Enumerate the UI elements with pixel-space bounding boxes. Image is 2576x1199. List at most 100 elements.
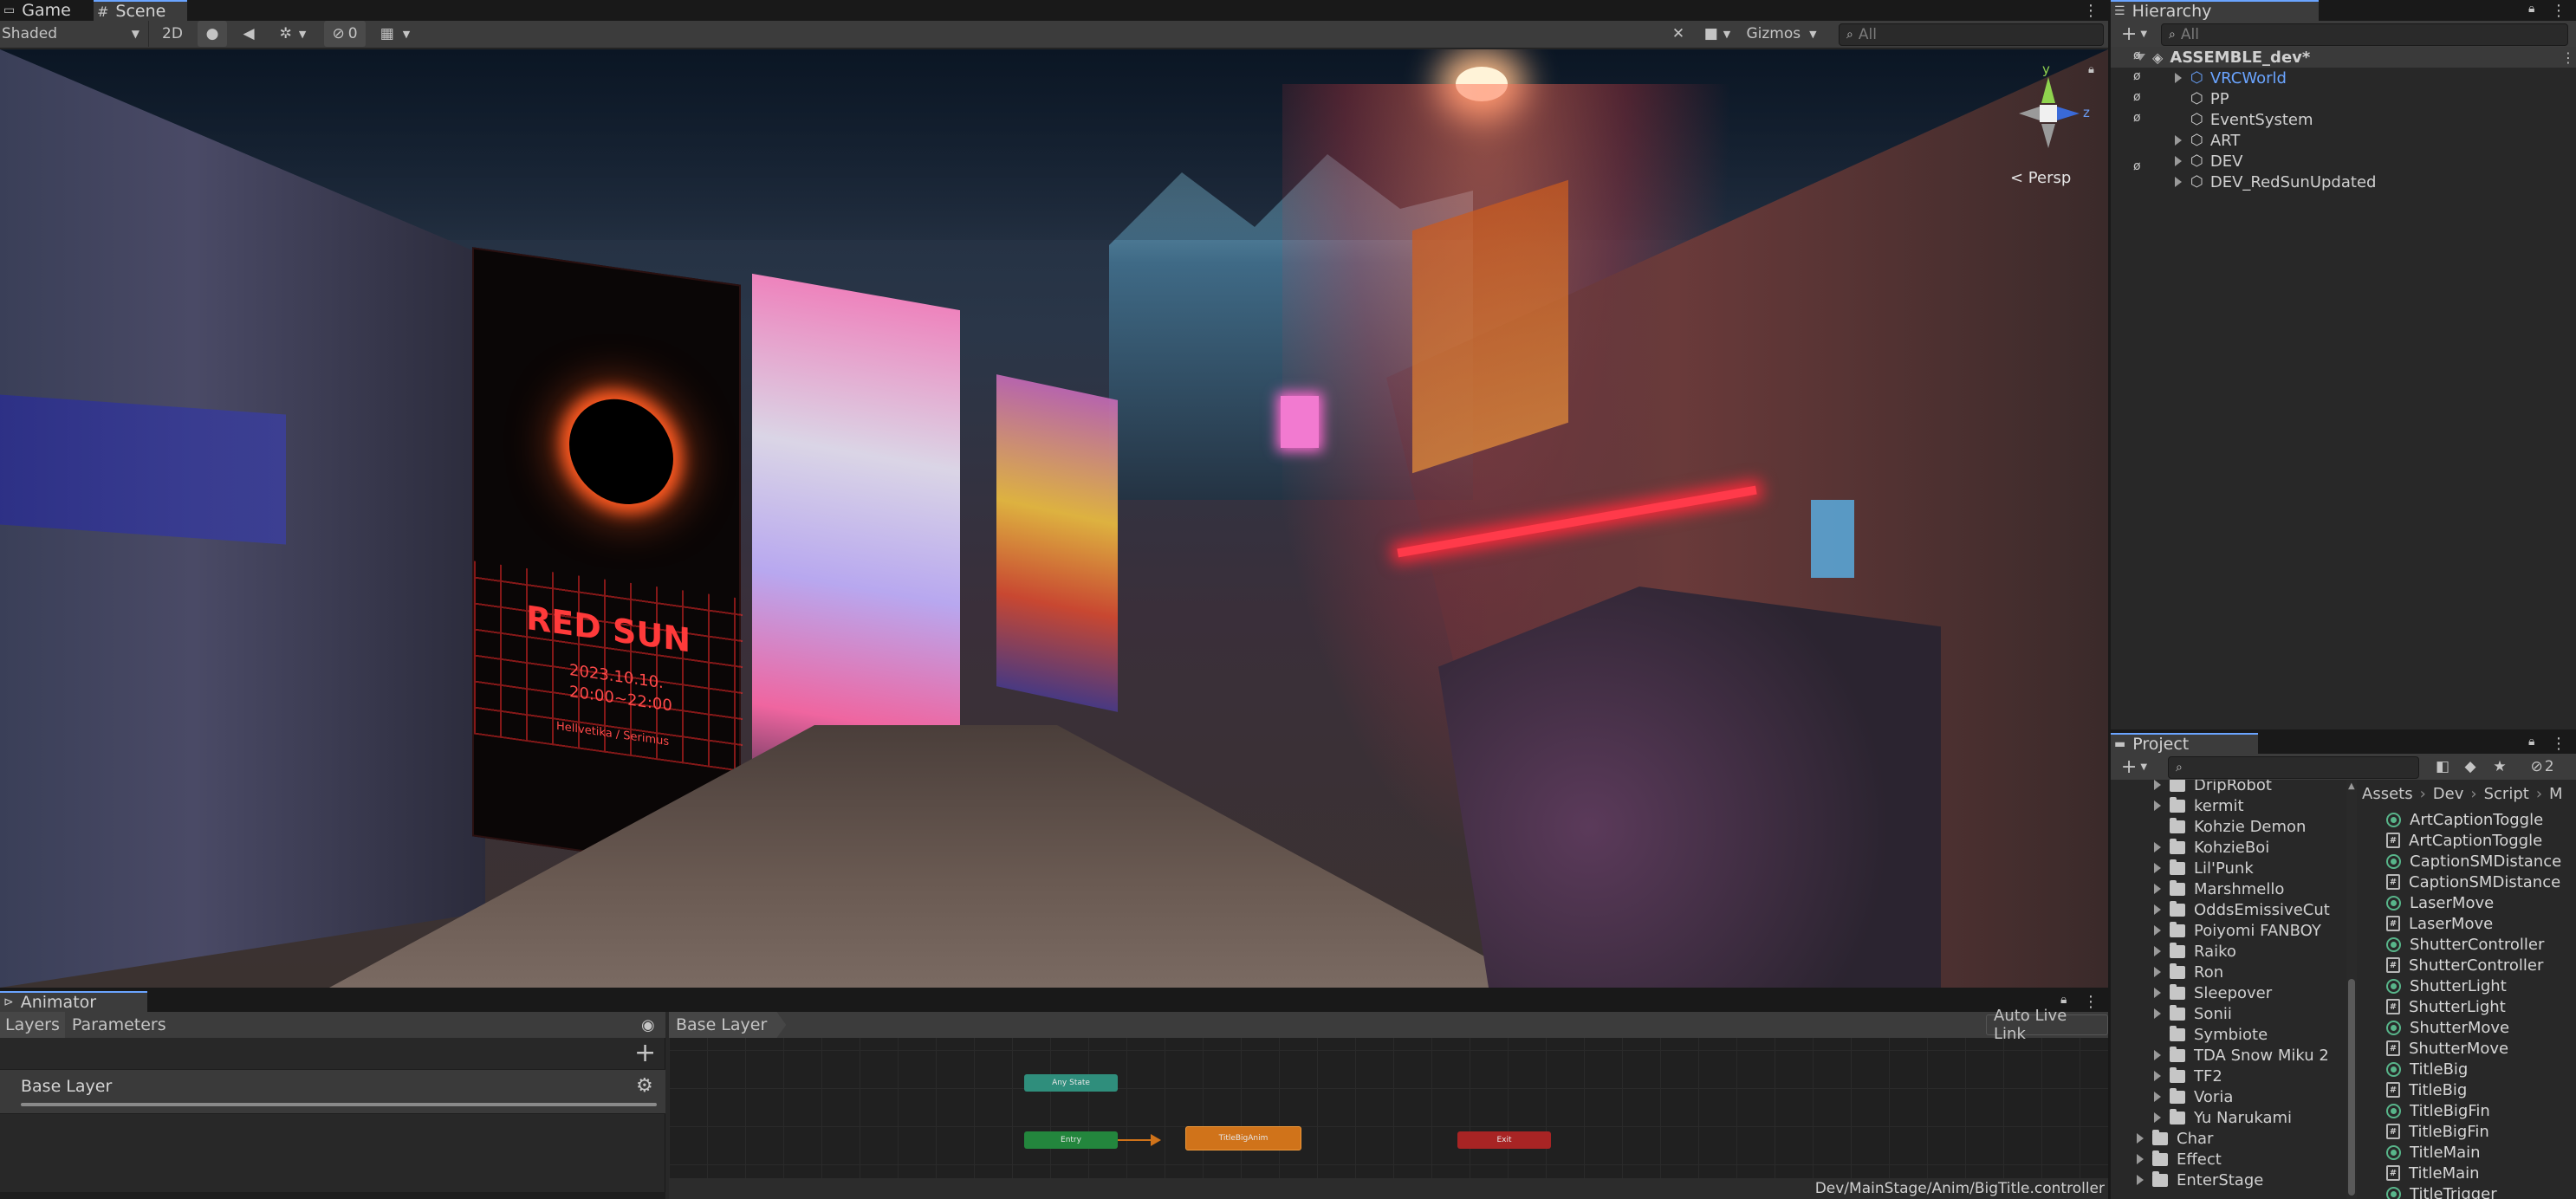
scene-orientation-gizmo[interactable]: y z 🔒︎: [2002, 62, 2097, 160]
tab-hierarchy[interactable]: ☰ Hierarchy: [2111, 0, 2319, 21]
state-entry[interactable]: Entry: [1024, 1131, 1118, 1149]
scene-visibility-toggle[interactable]: ⊘ 0: [324, 21, 366, 47]
project-search-input[interactable]: [2187, 759, 2418, 776]
scene-search-input[interactable]: [1858, 26, 2103, 43]
create-dropdown[interactable]: + ▼: [2114, 21, 2154, 47]
hierarchy-item[interactable]: ⬡ DEV: [2111, 151, 2242, 172]
layer-weight-bar[interactable]: [21, 1103, 657, 1106]
asset-item[interactable]: CaptionSMDistance: [2386, 851, 2561, 872]
hidden-eye-icon[interactable]: ø: [2133, 90, 2141, 104]
asset-item[interactable]: # ShutterLight: [2386, 996, 2506, 1017]
hidden-eye-icon[interactable]: ø: [2133, 49, 2141, 62]
asset-item[interactable]: TitleTrigger: [2386, 1183, 2497, 1199]
favorites-button[interactable]: ★: [2487, 754, 2513, 780]
tab-scene[interactable]: # Scene: [94, 0, 187, 21]
hierarchy-item-label: VRCWorld: [2209, 68, 2287, 87]
effects-dropdown[interactable]: ✲ ▼: [269, 21, 317, 47]
state-default[interactable]: TitleBigAnim: [1185, 1126, 1301, 1150]
eye-icon[interactable]: ◉: [641, 1016, 655, 1034]
hierarchy-search-input[interactable]: [2180, 26, 2567, 43]
breadcrumb-m[interactable]: M: [2549, 785, 2563, 803]
auto-live-link-button[interactable]: Auto Live Link: [1986, 1007, 2108, 1043]
scrollbar-up-arrow[interactable]: ▲: [2348, 781, 2355, 791]
hidden-packages-button[interactable]: ⊘ 2: [2516, 754, 2568, 780]
asset-item[interactable]: TitleBigFin: [2386, 1100, 2490, 1121]
hidden-eye-icon[interactable]: ø: [2133, 69, 2141, 83]
lock-icon[interactable]: 🔒︎: [2528, 2, 2534, 16]
asset-item[interactable]: # CaptionSMDistance: [2386, 872, 2560, 892]
lock-icon[interactable]: 🔒︎: [2088, 63, 2094, 76]
camera-dropdown[interactable]: ■ ▼: [1698, 21, 1736, 47]
tools-button[interactable]: ✕: [1664, 21, 1693, 47]
state-any[interactable]: Any State: [1024, 1074, 1118, 1092]
tab-animator[interactable]: ⊳ Animator: [0, 991, 147, 1012]
lock-icon[interactable]: 🔒︎: [2528, 735, 2534, 749]
expand-arrow-icon[interactable]: [2175, 177, 2182, 187]
shading-mode-dropdown[interactable]: Shaded ▼: [0, 21, 149, 47]
lighting-toggle[interactable]: ●: [198, 21, 227, 47]
project-search[interactable]: ⌕: [2168, 756, 2419, 779]
state-exit[interactable]: Exit: [1457, 1131, 1551, 1149]
plus-icon: +: [2120, 23, 2138, 45]
breadcrumb-script[interactable]: Script: [2484, 785, 2529, 803]
tab-project[interactable]: ▬ Project: [2111, 733, 2258, 754]
breadcrumb-dev[interactable]: Dev: [2433, 785, 2464, 803]
tab-layers[interactable]: Layers: [0, 1012, 65, 1038]
asset-item[interactable]: # ShutterMove: [2386, 1038, 2508, 1059]
asset-item[interactable]: # TitleBigFin: [2386, 1121, 2489, 1142]
animator-graph[interactable]: Base Layer Auto Live Link Any State Entr…: [669, 1007, 2108, 1199]
udon-graph-icon: [2386, 978, 2401, 994]
asset-item[interactable]: # TitleMain: [2386, 1163, 2480, 1183]
breadcrumb-assets[interactable]: Assets: [2362, 785, 2413, 803]
hierarchy-scene-row[interactable]: ◈ ASSEMBLE_dev* ⋮: [2111, 47, 2576, 68]
expand-arrow-icon[interactable]: [2175, 73, 2182, 83]
expand-arrow-icon[interactable]: [2154, 780, 2161, 790]
asset-item[interactable]: # TitleBig: [2386, 1079, 2467, 1100]
layer-row[interactable]: Base Layer ⚙: [0, 1069, 665, 1114]
expand-arrow-icon[interactable]: [2175, 156, 2182, 166]
more-options-icon[interactable]: ⋮: [2083, 2, 2099, 20]
asset-item[interactable]: # ShutterController: [2386, 955, 2543, 975]
add-layer-icon[interactable]: +: [634, 1038, 656, 1068]
gizmos-label: Gizmos: [1746, 25, 1801, 42]
asset-item[interactable]: TitleMain: [2386, 1142, 2481, 1163]
create-asset-dropdown[interactable]: + ▼: [2114, 754, 2154, 780]
asset-item[interactable]: ShutterLight: [2386, 975, 2507, 996]
udon-graph-icon: [2386, 895, 2401, 911]
hierarchy-item[interactable]: ⬡ ART: [2111, 130, 2240, 151]
gizmos-dropdown[interactable]: Gizmos ▼: [1740, 21, 1823, 47]
toggle-2d-button[interactable]: 2D: [158, 21, 187, 47]
project-tab-bar: ▬ Project 🔒︎ ⋮: [2111, 733, 2576, 754]
folder-tree-item[interactable]: DripRobot: [2154, 780, 2272, 795]
hierarchy-search[interactable]: ⌕: [2161, 23, 2568, 46]
asset-item[interactable]: TitleBig: [2386, 1059, 2468, 1079]
hidden-eye-icon[interactable]: ø: [2133, 111, 2141, 125]
asset-label: TitleMain: [2410, 1143, 2481, 1162]
more-options-icon[interactable]: ⋮: [2551, 2, 2566, 20]
asset-item[interactable]: LaserMove: [2386, 892, 2494, 913]
audio-toggle[interactable]: ◀: [234, 21, 263, 47]
tab-parameters[interactable]: Parameters: [65, 1012, 173, 1038]
asset-item[interactable]: ShutterController: [2386, 934, 2544, 955]
persp-label[interactable]: < Persp: [2010, 169, 2071, 187]
asset-item[interactable]: ArtCaptionToggle: [2386, 809, 2543, 830]
hierarchy-item[interactable]: ⬡ PP: [2111, 88, 2229, 109]
scene-search[interactable]: ⌕: [1839, 23, 2104, 46]
asset-item[interactable]: # LaserMove: [2386, 913, 2493, 934]
graph-breadcrumb[interactable]: Base Layer: [669, 1012, 787, 1038]
expand-arrow-icon[interactable]: [2175, 135, 2182, 146]
more-options-icon[interactable]: ⋮: [2561, 49, 2575, 66]
scene-toolbar: Shaded ▼ 2D ● ◀ ✲ ▼ ⊘ 0 ▦ ▼ ✕ ■ ▼ Gizmos…: [0, 21, 2108, 49]
lock-icon[interactable]: 🔒︎: [2060, 993, 2067, 1007]
asset-item[interactable]: # ArtCaptionToggle: [2386, 830, 2542, 851]
more-options-icon[interactable]: ⋮: [2551, 735, 2566, 753]
hidden-eye-icon[interactable]: ø: [2133, 159, 2141, 173]
asset-item[interactable]: ShutterMove: [2386, 1017, 2509, 1038]
scene-viewport[interactable]: RED SUN 2023.10.10. 20:00~22:00 Hellveti…: [0, 49, 2108, 988]
tab-game[interactable]: ▭ Game: [0, 0, 92, 21]
hierarchy-tab-bar: ☰ Hierarchy 🔒︎ ⋮: [2111, 0, 2576, 21]
gear-icon[interactable]: ⚙: [636, 1075, 653, 1097]
search-by-label-button[interactable]: ◆: [2457, 754, 2483, 780]
grid-dropdown[interactable]: ▦ ▼: [371, 21, 419, 47]
search-by-type-button[interactable]: ◧: [2430, 754, 2456, 780]
